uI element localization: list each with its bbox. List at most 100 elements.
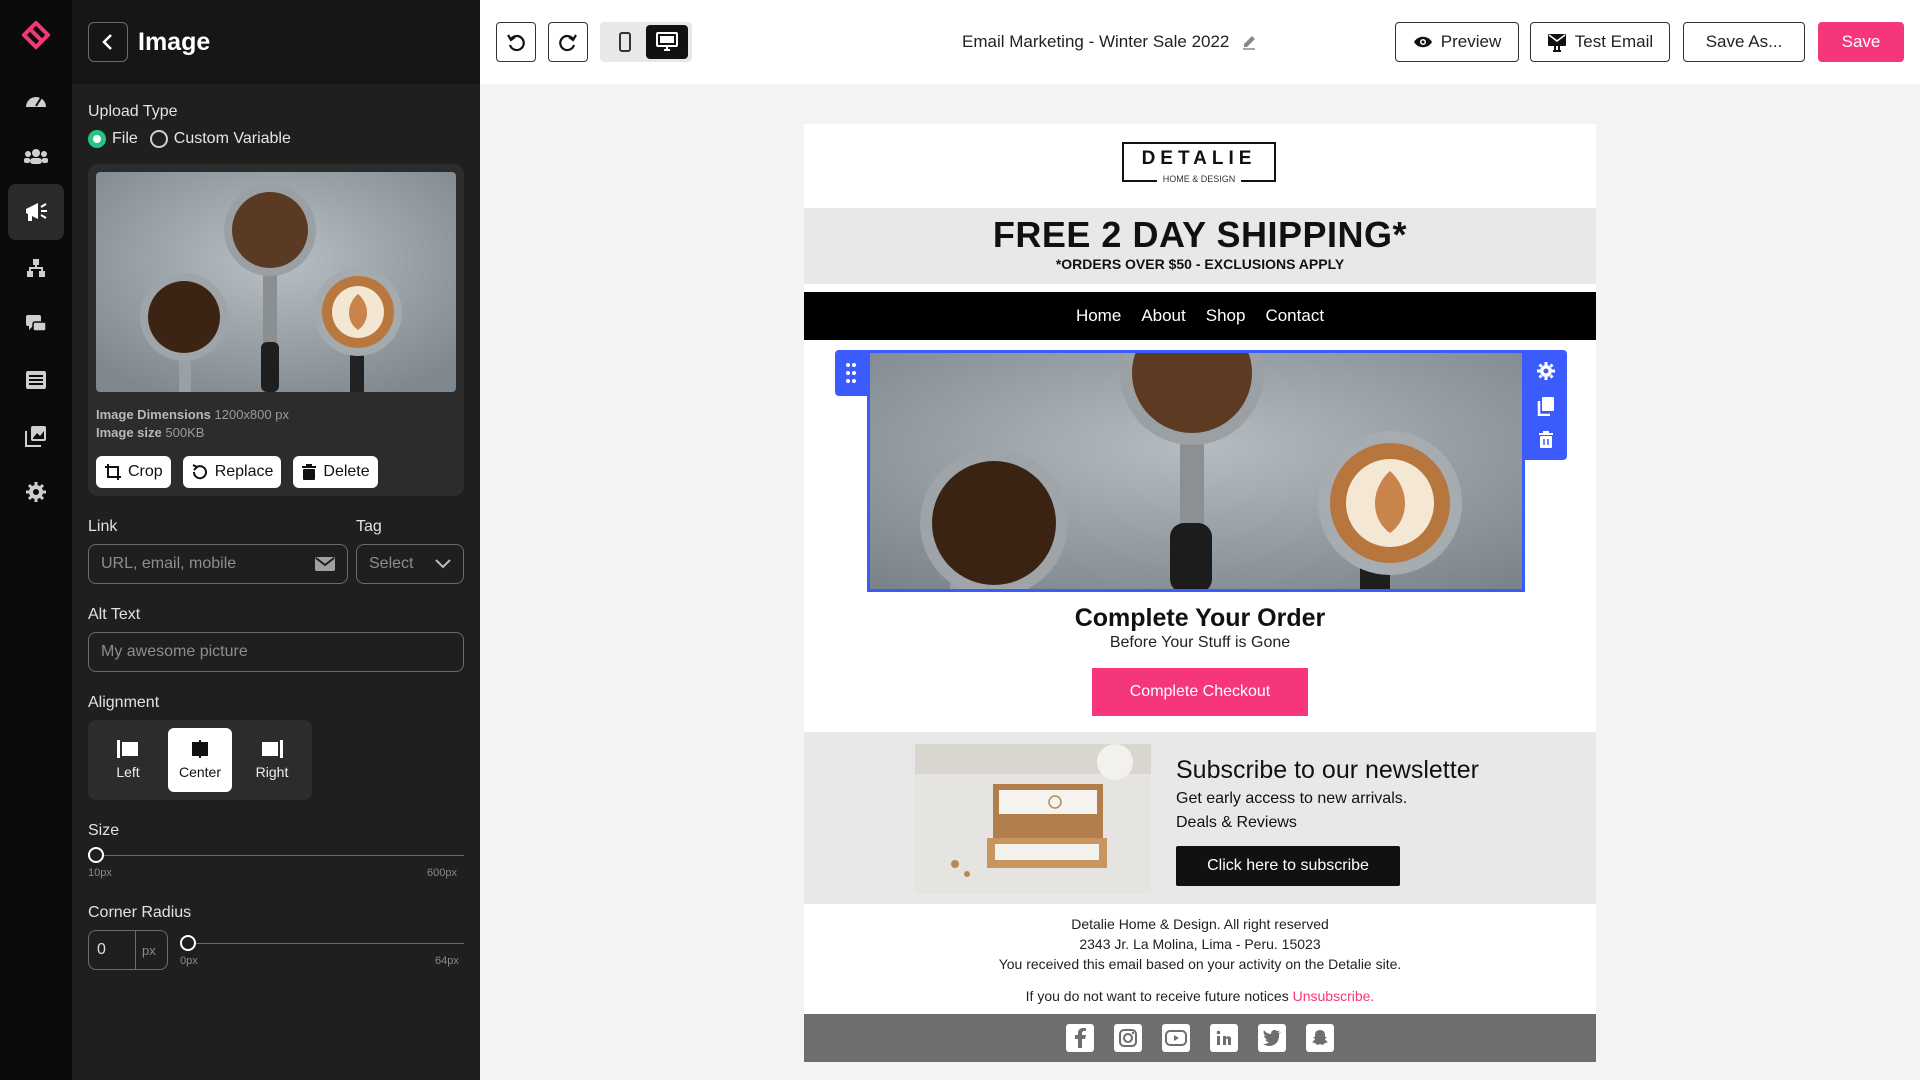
- alt-text-input[interactable]: My awesome picture: [88, 632, 464, 672]
- social-bar: [804, 1014, 1596, 1062]
- preview-button[interactable]: Preview: [1395, 22, 1519, 62]
- crop-icon: [105, 464, 121, 480]
- forms-icon[interactable]: [16, 360, 56, 400]
- undo-button[interactable]: [496, 22, 536, 62]
- duplicate-icon[interactable]: [1537, 396, 1555, 416]
- tag-select[interactable]: Select: [356, 544, 464, 584]
- unsubscribe-link[interactable]: Unsubscribe.: [1293, 988, 1375, 1004]
- replace-button[interactable]: Replace: [182, 456, 282, 488]
- nav-home[interactable]: Home: [1076, 306, 1121, 326]
- align-right-icon: [262, 740, 283, 758]
- selected-hero-image[interactable]: [867, 350, 1525, 592]
- order-subtitle[interactable]: Before Your Stuff is Gone: [804, 634, 1596, 652]
- image-dimensions-text: Image Dimensions 1200x800 px: [96, 407, 289, 422]
- corner-radius-input[interactable]: 0 px: [88, 930, 168, 970]
- panel-header: Image: [72, 0, 480, 84]
- complete-checkout-button[interactable]: Complete Checkout: [1092, 668, 1308, 716]
- alignment-label: Alignment: [88, 694, 160, 711]
- order-title[interactable]: Complete Your Order: [804, 604, 1596, 633]
- alt-text-label: Alt Text: [88, 606, 141, 623]
- image-preview-card: Image Dimensions 1200x800 px Image size …: [88, 164, 464, 496]
- link-label: Link: [88, 518, 118, 535]
- email-canvas: DETALIE HOME & DESIGN FREE 2 DAY SHIPPIN…: [804, 124, 1596, 1062]
- nav-shop[interactable]: Shop: [1206, 306, 1246, 326]
- youtube-icon[interactable]: [1162, 1024, 1190, 1052]
- radio-unselected-icon[interactable]: [149, 130, 168, 148]
- redo-icon: [559, 34, 577, 52]
- mobile-view-button[interactable]: [604, 25, 646, 59]
- edit-pencil-icon[interactable]: [1241, 34, 1257, 50]
- linkedin-icon[interactable]: [1210, 1024, 1238, 1052]
- align-center-icon: [192, 740, 208, 758]
- document-title[interactable]: Email Marketing - Winter Sale 2022: [962, 32, 1257, 52]
- radio-selected-icon[interactable]: [88, 130, 106, 148]
- media-library-icon[interactable]: [16, 416, 56, 456]
- subscribe-button[interactable]: Click here to subscribe: [1176, 846, 1400, 886]
- redo-button[interactable]: [548, 22, 588, 62]
- automation-icon[interactable]: [16, 248, 56, 288]
- instagram-icon[interactable]: [1114, 1024, 1142, 1052]
- desktop-view-button[interactable]: [646, 25, 688, 59]
- radius-slider-track[interactable]: [188, 943, 464, 944]
- nav-contact[interactable]: Contact: [1265, 306, 1324, 326]
- radius-slider-knob[interactable]: [180, 935, 196, 951]
- align-center-button[interactable]: Center: [168, 728, 232, 792]
- upload-type-radio-group: File Custom Variable: [88, 130, 291, 148]
- facebook-icon[interactable]: [1066, 1024, 1094, 1052]
- shipping-title: FREE 2 DAY SHIPPING*: [992, 214, 1408, 255]
- app-rail: [0, 0, 72, 1080]
- twitter-icon[interactable]: [1258, 1024, 1286, 1052]
- footer-copyright: Detalie Home & Design. All right reserve…: [1071, 916, 1329, 932]
- size-slider-knob[interactable]: [88, 847, 104, 863]
- settings-gear-icon[interactable]: [16, 472, 56, 512]
- upload-type-file-option[interactable]: File: [88, 130, 138, 148]
- image-size-text: Image size 500KB: [96, 425, 205, 440]
- chevron-down-icon: [435, 559, 451, 569]
- size-slider-track[interactable]: [92, 855, 464, 856]
- delete-button[interactable]: Delete: [293, 456, 378, 488]
- align-right-button[interactable]: Right: [240, 728, 304, 792]
- desktop-icon: [656, 32, 678, 51]
- undo-icon: [507, 34, 525, 52]
- chevron-left-icon: [102, 34, 112, 50]
- conversations-icon[interactable]: [16, 304, 56, 344]
- mail-icon: [315, 557, 335, 571]
- crop-button[interactable]: Crop: [96, 456, 171, 488]
- upload-type-label: Upload Type: [88, 103, 178, 120]
- corner-radius-unit: px: [135, 931, 162, 969]
- snapchat-icon[interactable]: [1306, 1024, 1334, 1052]
- brand-logo-icon[interactable]: [16, 16, 56, 56]
- alignment-group: Left Center Right: [88, 720, 312, 800]
- newsletter-line-1: Get early access to new arrivals.: [1176, 790, 1408, 807]
- contacts-icon[interactable]: [16, 136, 56, 176]
- link-input[interactable]: URL, email, mobile: [88, 544, 348, 584]
- shipping-subtitle: *ORDERS OVER $50 - EXCLUSIONS APPLY: [1055, 256, 1345, 272]
- brand-logo[interactable]: DETALIE HOME & DESIGN: [1122, 142, 1276, 184]
- drag-dots-icon: [846, 363, 856, 383]
- back-button[interactable]: [88, 22, 128, 62]
- eye-icon: [1413, 36, 1432, 48]
- image-actions: Crop Replace Delete: [96, 456, 378, 488]
- nav-about[interactable]: About: [1141, 306, 1185, 326]
- block-delete-trash-icon[interactable]: [1538, 430, 1554, 449]
- block-toolbar: [1525, 350, 1567, 460]
- block-drag-handle[interactable]: [835, 350, 867, 396]
- block-settings-gear-icon[interactable]: [1536, 361, 1556, 381]
- email-nav-bar[interactable]: Home About Shop Contact: [804, 292, 1596, 340]
- newsletter-image[interactable]: [915, 744, 1151, 894]
- align-left-icon: [117, 740, 138, 758]
- test-email-icon: [1547, 34, 1566, 52]
- align-left-button[interactable]: Left: [96, 728, 160, 792]
- dashboard-icon[interactable]: [16, 80, 56, 120]
- upload-type-custom-variable-option[interactable]: Custom Variable: [149, 130, 291, 148]
- editor-toolbar: Email Marketing - Winter Sale 2022 Previ…: [480, 0, 1920, 84]
- newsletter-block[interactable]: Subscribe to our newsletter Get early ac…: [804, 732, 1596, 904]
- test-email-button[interactable]: Test Email: [1530, 22, 1670, 62]
- shipping-banner[interactable]: FREE 2 DAY SHIPPING* *ORDERS OVER $50 - …: [804, 208, 1596, 284]
- save-as-button[interactable]: Save As...: [1683, 22, 1805, 62]
- campaigns-megaphone-icon[interactable]: [8, 184, 64, 240]
- footer-address: 2343 Jr. La Molina, Lima - Peru. 15023: [1079, 936, 1321, 952]
- save-button[interactable]: Save: [1818, 22, 1904, 62]
- tag-label: Tag: [356, 518, 382, 535]
- size-max-label: 600px: [427, 867, 457, 879]
